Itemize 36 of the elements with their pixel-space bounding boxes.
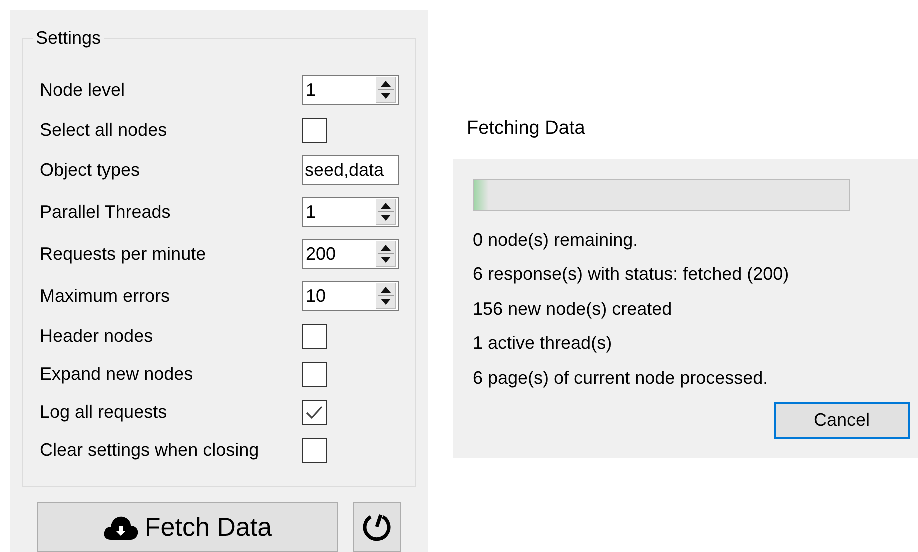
power-button[interactable] — [353, 502, 401, 552]
setting-label: Header nodes — [40, 326, 154, 346]
setting-label: Object types — [40, 160, 142, 180]
status-line: 1 active thread(s) — [473, 332, 614, 356]
cancel-button[interactable]: Cancel — [774, 402, 910, 438]
checkbox[interactable] — [302, 118, 327, 142]
checkbox[interactable] — [302, 400, 327, 424]
checkbox[interactable] — [302, 362, 327, 386]
status-line: 0 node(s) remaining. — [473, 228, 640, 252]
checkbox[interactable] — [302, 324, 327, 348]
status-line: 156 new node(s) created — [473, 298, 674, 321]
setting-label: Node level — [40, 80, 126, 100]
setting-label: Requests per minute — [40, 244, 208, 264]
spin-box[interactable]: 200 — [302, 239, 399, 269]
group-title: Settings — [33, 28, 104, 49]
dialog-title: Fetching Data — [466, 118, 586, 141]
spin-box[interactable]: 1 — [302, 75, 399, 105]
setting-label: Log all requests — [40, 402, 168, 422]
setting-label: Clear settings when closing — [40, 440, 260, 460]
status-line: 6 response(s) with status: fetched (200) — [473, 263, 790, 286]
fetch-data-button[interactable]: Fetch Data — [37, 502, 338, 552]
setting-label: Maximum errors — [40, 286, 172, 306]
setting-label: Parallel Threads — [40, 202, 172, 222]
setting-label: Select all nodes — [40, 120, 168, 140]
spinner-arrows-icon[interactable] — [376, 199, 396, 225]
spinner-arrows-icon[interactable] — [376, 77, 396, 103]
spinner-arrows-icon[interactable] — [376, 283, 396, 309]
checkbox[interactable] — [302, 438, 327, 462]
status-line: 6 page(s) of current node processed. — [473, 366, 770, 390]
cloud-download-icon — [102, 514, 139, 540]
input-field[interactable]: seed,data — [302, 155, 399, 185]
spin-box[interactable]: 1 — [302, 197, 399, 227]
checkmark-icon — [306, 406, 323, 418]
spin-box[interactable]: 10 — [302, 281, 399, 311]
spinner-arrows-icon[interactable] — [376, 241, 396, 267]
setting-label: Expand new nodes — [40, 364, 194, 384]
